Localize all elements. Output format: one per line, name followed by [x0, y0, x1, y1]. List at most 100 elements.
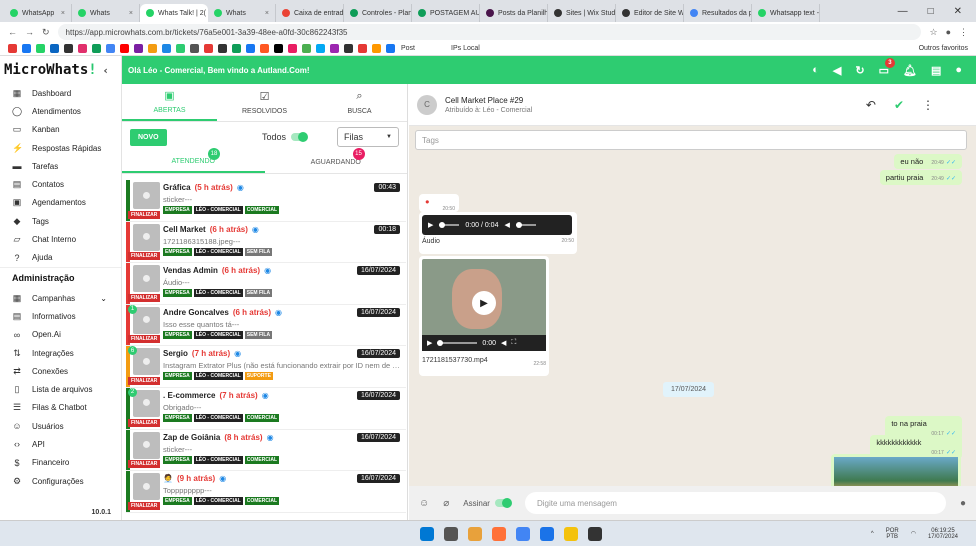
- eye-icon[interactable]: ◉: [262, 391, 269, 400]
- chrome-icon[interactable]: [516, 526, 530, 541]
- ticket-item[interactable]: ● FINALIZAR Cell Market (6 h atrás) ◉ 00:18 17…: [126, 221, 406, 264]
- bookmark-icon[interactable]: [302, 44, 311, 53]
- ticket-item[interactable]: ● FINALIZAR Gráfica (5 h atrás) ◉ 00:43 sticke…: [126, 180, 406, 222]
- bookmark-icon[interactable]: [36, 44, 45, 53]
- eye-icon[interactable]: ◉: [219, 474, 226, 483]
- sidebar-item-integra-es[interactable]: ⇅ Integrações: [0, 344, 121, 362]
- collapse-sidebar-icon[interactable]: ‹: [102, 64, 109, 77]
- language-indicator[interactable]: POR PTB: [886, 528, 899, 540]
- finalizar-button[interactable]: FINALIZAR: [128, 293, 161, 302]
- bookmark-icon[interactable]: [176, 44, 185, 53]
- firefox-icon[interactable]: [492, 526, 506, 541]
- emoji-picker-icon[interactable]: ☺: [419, 498, 429, 509]
- eye-icon[interactable]: ◉: [275, 308, 282, 317]
- bookmark-icon[interactable]: [246, 44, 255, 53]
- return-ticket-icon[interactable]: ↶: [866, 98, 876, 112]
- app-icon[interactable]: [588, 526, 602, 541]
- star-icon[interactable]: ☆: [929, 27, 937, 38]
- theme-icon[interactable]: ◐: [812, 64, 819, 77]
- bookmark-icon[interactable]: [190, 44, 199, 53]
- windows-start-icon[interactable]: [420, 526, 434, 541]
- browser-tab[interactable]: POSTAGEM AUTO×: [412, 4, 480, 22]
- wifi-icon[interactable]: ◠: [911, 530, 916, 537]
- eye-icon[interactable]: ◉: [267, 433, 274, 442]
- finalizar-button[interactable]: FINALIZAR: [128, 460, 161, 469]
- bookmark-icon[interactable]: [288, 44, 297, 53]
- finalizar-button[interactable]: FINALIZAR: [128, 210, 161, 219]
- tab-resolvidos[interactable]: ☑ RESOLVIDOS: [217, 84, 312, 121]
- sidebar-item-tags[interactable]: ◆ Tags: [0, 212, 121, 230]
- bookmark-icon[interactable]: [316, 44, 325, 53]
- sidebar-item-atendimentos[interactable]: ◯ Atendimentos: [0, 102, 121, 120]
- bookmark-post[interactable]: Post: [401, 45, 415, 52]
- close-tab-icon[interactable]: ×: [61, 10, 65, 17]
- back-icon[interactable]: ←: [8, 27, 17, 37]
- new-ticket-button[interactable]: NOVO: [130, 128, 167, 146]
- bookmark-icon[interactable]: [260, 44, 269, 53]
- bookmark-icon[interactable]: [92, 44, 101, 53]
- eye-icon[interactable]: ◉: [234, 349, 241, 358]
- play-icon[interactable]: ▶: [428, 221, 433, 229]
- queue-select[interactable]: Filas ▼: [337, 127, 399, 147]
- bookmark-icon[interactable]: [218, 44, 227, 53]
- search-icon[interactable]: [444, 526, 458, 541]
- bookmark-icon[interactable]: [274, 44, 283, 53]
- bookmark-iplocal[interactable]: IPs Local: [451, 45, 480, 52]
- browser-app-icon[interactable]: [540, 526, 554, 541]
- sidebar-item-filas-chatbot[interactable]: ☰ Filas & Chatbot: [0, 399, 121, 417]
- files-app-icon[interactable]: [468, 526, 482, 541]
- bookmark-icon[interactable]: [120, 44, 129, 53]
- sign-toggle[interactable]: Assinar: [463, 498, 512, 508]
- eye-icon[interactable]: ◉: [264, 266, 271, 275]
- browser-tab[interactable]: Posts da Planilha×: [480, 4, 548, 22]
- message-input[interactable]: Digite uma mensagem: [524, 492, 946, 514]
- tags-input[interactable]: Tags: [415, 130, 967, 150]
- finalizar-button[interactable]: FINALIZAR: [128, 252, 161, 261]
- video-player[interactable]: ▶ ▶ 0:00 ◀ ⛶: [422, 259, 546, 351]
- finalizar-button[interactable]: FINALIZAR: [128, 376, 161, 385]
- browser-tab[interactable]: Controles - Planil×: [344, 4, 412, 22]
- fullscreen-icon[interactable]: ⛶: [511, 339, 516, 347]
- sidebar-item-configura-es[interactable]: ⚙ Configurações: [0, 472, 121, 490]
- ticket-item[interactable]: ● FINALIZAR 1 Andre Goncalves (6 h atrás) ◉ 16…: [126, 304, 406, 347]
- ticket-item[interactable]: ● FINALIZAR 6 Sergio (7 h atrás) ◉ 16/07/2024 I…: [126, 346, 406, 388]
- sidebar-item-financeiro[interactable]: $ Financeiro: [0, 454, 121, 472]
- bookmark-icon[interactable]: [344, 44, 353, 53]
- browser-tab[interactable]: Whatsapp text -×: [752, 4, 820, 22]
- bookmark-icon[interactable]: [106, 44, 115, 53]
- todos-switch[interactable]: [291, 132, 308, 142]
- sidebar-item-informativos[interactable]: ▤ Informativos: [0, 307, 121, 325]
- bookmark-icon[interactable]: [358, 44, 367, 53]
- sidebar-item-campanhas[interactable]: ▦ Campanhas ⌄: [0, 289, 121, 307]
- bookmark-icon[interactable]: [204, 44, 213, 53]
- tab-busca[interactable]: ⌕ BUSCA: [312, 84, 407, 121]
- messages-icon[interactable]: ▤: [931, 64, 941, 77]
- ticket-item[interactable]: ● FINALIZAR Vendas Admin (6 h atrás) ◉ 16/07/…: [126, 263, 406, 305]
- bookmark-icon[interactable]: [50, 44, 59, 53]
- browser-tab[interactable]: Whats ×: [72, 4, 140, 22]
- volume-icon[interactable]: ◀: [833, 64, 841, 77]
- bookmark-icon[interactable]: [64, 44, 73, 53]
- close-tab-icon[interactable]: ×: [129, 10, 133, 17]
- play-icon[interactable]: ▶: [427, 339, 432, 347]
- sidebar-item-chat-interno[interactable]: ▱ Chat Interno: [0, 230, 121, 248]
- bookmark-icon[interactable]: [372, 44, 381, 53]
- bell-icon[interactable]: 🔔︎: [903, 64, 917, 77]
- sidebar-item-dashboard[interactable]: ▦ Dashboard: [0, 84, 121, 102]
- forward-icon[interactable]: →: [25, 27, 34, 37]
- url-field[interactable]: https://app.microwhats.com.br/tickets/76…: [57, 24, 922, 40]
- subtab-aguardando[interactable]: AGUARDANDO 15: [265, 148, 408, 173]
- show-all-toggle[interactable]: Todos: [262, 132, 308, 142]
- sidebar-item-kanban[interactable]: ▭ Kanban: [0, 121, 121, 139]
- close-tab-icon[interactable]: ×: [265, 10, 269, 17]
- volume-icon[interactable]: ◀: [501, 339, 506, 347]
- bookmark-icon[interactable]: [232, 44, 241, 53]
- volume-icon[interactable]: ◀: [504, 221, 509, 229]
- tab-abertas[interactable]: ▣ ABERTAS: [122, 84, 217, 121]
- sidebar-item-open-ai[interactable]: ∞ Open.Ai: [0, 326, 121, 344]
- sidebar-item-respostas-r-pidas[interactable]: ⚡ Respostas Rápidas: [0, 139, 121, 157]
- maximize-icon[interactable]: □: [928, 6, 934, 17]
- bookmark-outros[interactable]: Outros favoritos: [919, 45, 968, 52]
- chat-notifications-icon[interactable]: ▭ 3: [879, 57, 895, 77]
- profile-icon[interactable]: ●: [946, 27, 951, 37]
